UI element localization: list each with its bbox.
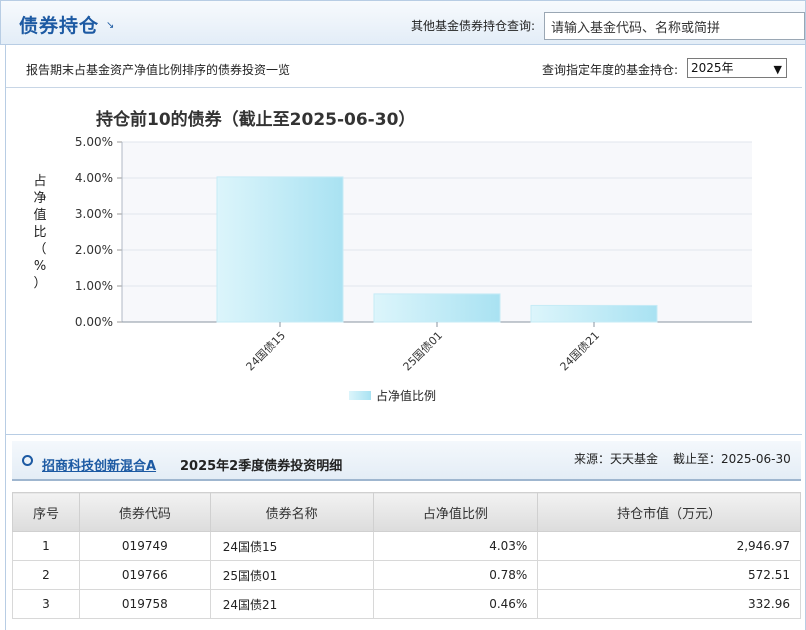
x-tick-label: 25国债01 <box>400 328 445 373</box>
sub-toolbar: 报告期末占基金资产净值比例排序的债券投资一览 查询指定年度的基金持仓: 2025… <box>6 52 802 88</box>
cell-value: 572.51 <box>537 560 801 590</box>
expand-arrow-icon[interactable]: ↘ <box>106 20 114 31</box>
search-label: 其他基金债券持仓查询: <box>411 19 536 33</box>
chevron-down-icon: ▼ <box>773 63 782 76</box>
page-header: 债券持仓 ↘ 其他基金债券持仓查询: <box>0 0 806 45</box>
table-row: 2 019766 25国债01 0.78% 572.51 <box>12 560 801 590</box>
cell-ratio: 0.78% <box>372 560 539 590</box>
y-tick-label: 5.00% <box>75 135 113 149</box>
cell-value: 2,946.97 <box>537 531 801 561</box>
x-tick-label: 24国债21 <box>557 328 602 373</box>
y-axis-label-char: 值 <box>33 207 46 223</box>
y-axis-label-char: （ <box>33 242 46 257</box>
chart-title: 持仓前10的债券（截止至2025-06-30） <box>96 109 415 130</box>
fund-search-input[interactable] <box>544 12 805 40</box>
cell-code: 019766 <box>78 560 211 590</box>
table-row: 1 019749 24国债15 4.03% 2,946.97 <box>12 531 801 561</box>
bond-chart: 持仓前10的债券（截止至2025-06-30） 0.00% 1.00% 2.00% 3.… <box>0 95 806 415</box>
bar <box>373 293 501 323</box>
col-header-index: 序号 <box>12 492 80 532</box>
cell-name: 25国债01 <box>209 560 374 590</box>
y-tick-label: 2.00% <box>75 243 113 257</box>
cell-code: 019758 <box>78 589 211 619</box>
as-of-date: 截止至：2025-06-30 <box>673 452 791 466</box>
y-tick-label: 1.00% <box>75 279 113 293</box>
year-select-value: 2025年 <box>691 61 734 75</box>
year-label: 查询指定年度的基金持仓: <box>542 63 679 77</box>
description-text: 报告期末占基金资产净值比例排序的债券投资一览 <box>26 63 291 77</box>
y-axis-label-char: 占 <box>33 174 46 189</box>
legend-label: 占净值比例 <box>376 388 436 403</box>
table-header-row: 序号 债券代码 债券名称 占净值比例 持仓市值（万元） <box>12 492 801 532</box>
col-header-code: 债券代码 <box>78 492 211 532</box>
x-tick-label: 24国债15 <box>243 328 288 373</box>
bond-table: 序号 债券代码 债券名称 占净值比例 持仓市值（万元） 1 019749 24国… <box>12 492 801 619</box>
table-row: 3 019758 24国债21 0.46% 332.96 <box>12 589 801 619</box>
bar <box>530 304 658 323</box>
y-tick-label: 0.00% <box>75 315 113 329</box>
cell-code: 019749 <box>78 531 211 561</box>
fund-name-link[interactable]: 招商科技创新混合A <box>42 455 156 474</box>
page-title: 债券持仓 <box>19 15 100 37</box>
col-header-name: 债券名称 <box>209 492 374 532</box>
detail-title: 2025年2季度债券投资明细 <box>180 459 343 474</box>
cell-ratio: 4.03% <box>372 531 539 561</box>
cell-name: 24国债15 <box>209 531 374 561</box>
legend-swatch <box>349 391 371 400</box>
chart-svg: 持仓前10的债券（截止至2025-06-30） 0.00% 1.00% 2.00% 3.… <box>33 109 752 403</box>
cell-name: 24国债21 <box>209 589 374 619</box>
y-axis-label-char: % <box>34 259 46 274</box>
detail-header: 招商科技创新混合A 2025年2季度债券投资明细 来源：天天基金 截止至：202… <box>12 441 801 481</box>
divider <box>6 434 802 435</box>
cell-index: 2 <box>12 560 80 590</box>
cell-ratio: 0.46% <box>372 589 539 619</box>
col-header-ratio: 占净值比例 <box>372 492 539 532</box>
y-tick-label: 3.00% <box>75 207 113 221</box>
circle-bullet-icon <box>22 455 33 466</box>
bar <box>216 176 344 323</box>
year-select[interactable]: 2025年 ▼ <box>687 58 787 78</box>
source-text: 来源：天天基金 <box>574 452 659 466</box>
cell-value: 332.96 <box>537 589 801 619</box>
cell-index: 1 <box>12 531 80 561</box>
cell-index: 3 <box>12 589 80 619</box>
y-tick-label: 4.00% <box>75 171 113 185</box>
col-header-value: 持仓市值（万元） <box>537 492 801 532</box>
y-axis-label-char: 比 <box>33 225 46 240</box>
y-axis-label-char: 净 <box>33 191 46 206</box>
y-axis-label-char: ） <box>33 276 46 291</box>
